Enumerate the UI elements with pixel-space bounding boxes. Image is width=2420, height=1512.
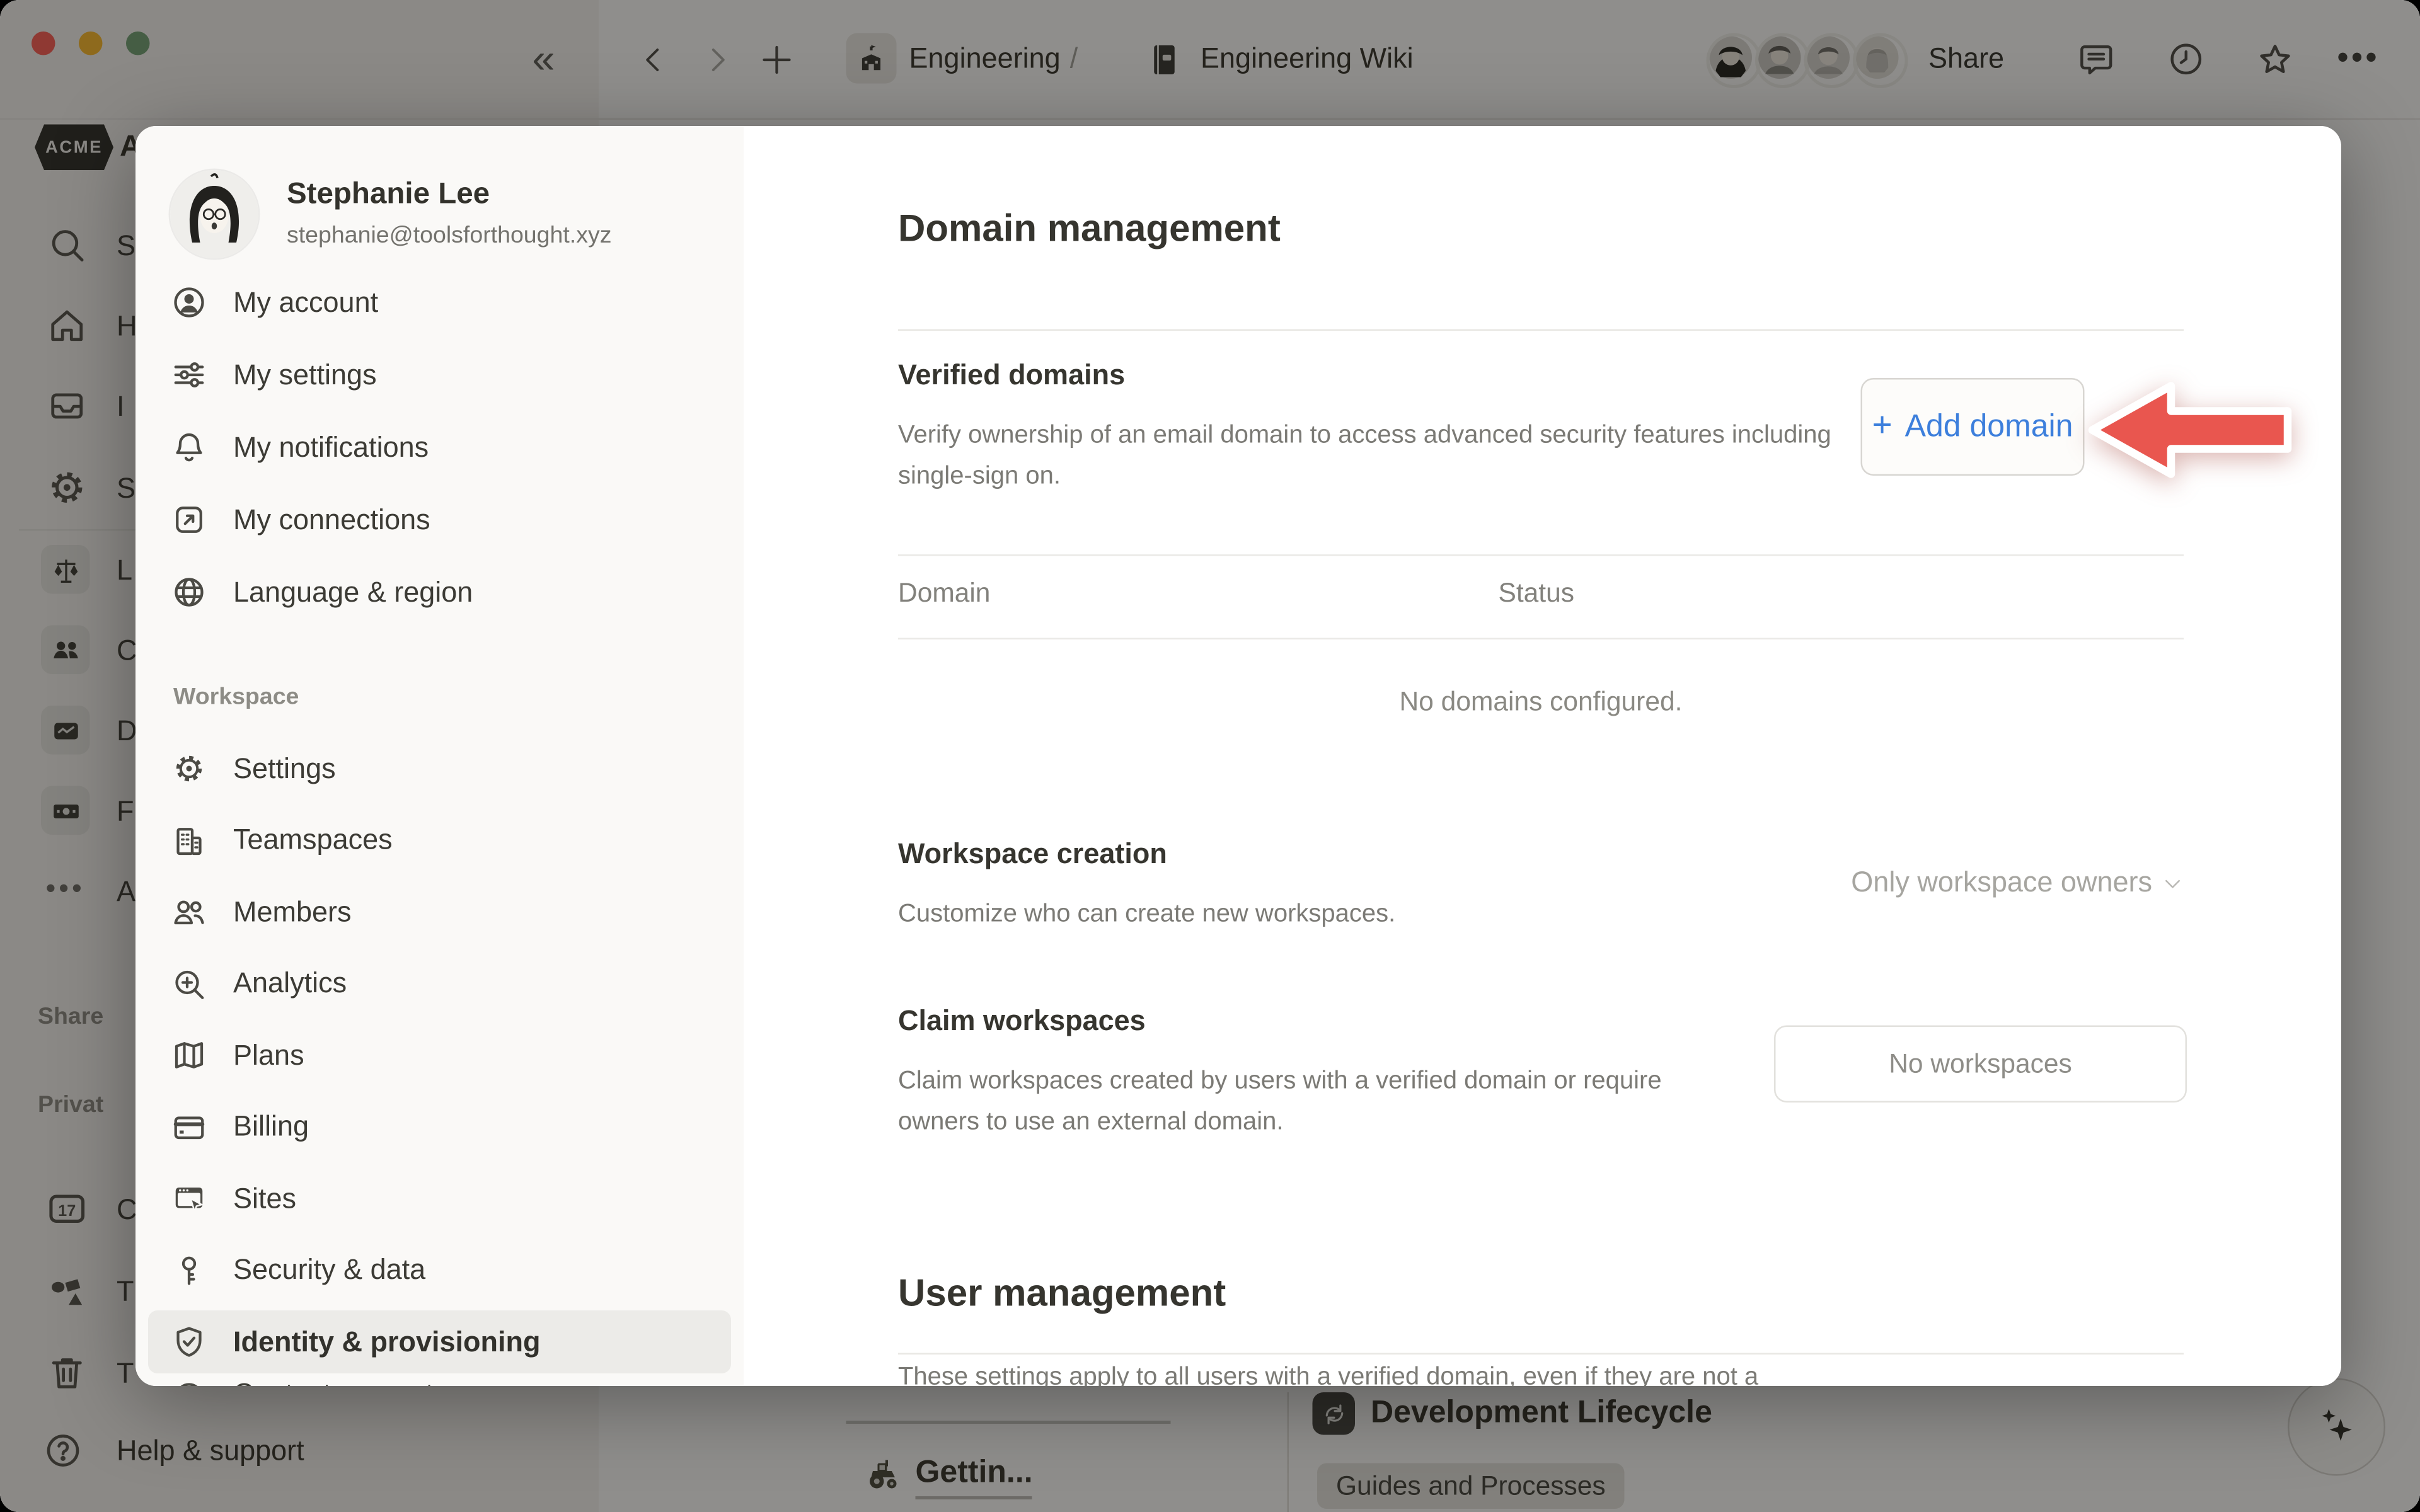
account-email: stephanie@toolsforthought.xyz — [287, 222, 611, 249]
analytics-search-icon — [170, 965, 208, 1002]
circle-icon — [170, 1376, 208, 1386]
globe-icon — [170, 573, 208, 611]
sliders-icon — [170, 356, 208, 394]
section-divider — [898, 329, 2184, 331]
gear-icon — [170, 750, 208, 788]
nav-my-notifications[interactable]: My notifications — [148, 416, 731, 479]
screen: « Engineering / Engineering Wiki Share •… — [0, 0, 2420, 1512]
nav-members[interactable]: Members — [148, 881, 731, 944]
bell-icon — [170, 428, 208, 466]
nav-security-data[interactable]: Security & data — [148, 1239, 731, 1302]
table-header-domain: Domain — [898, 578, 990, 610]
no-workspaces-button[interactable]: No workspaces — [1774, 1026, 2187, 1103]
settings-nav-panel: Stephanie Lee stephanie@toolsforthought.… — [135, 126, 744, 1386]
plus-icon: + — [1872, 405, 1892, 446]
claim-workspaces-heading: Claim workspaces — [898, 1005, 1146, 1038]
page-title: Domain management — [898, 208, 1281, 252]
workspace-nav: Settings Teamspaces Members Analytics Pl… — [148, 737, 731, 1386]
verified-domains-description: Verify ownership of an email domain to a… — [898, 416, 1883, 498]
add-domain-button[interactable]: + Add domain — [1861, 378, 2085, 476]
members-icon — [170, 893, 208, 931]
nav-language-region[interactable]: Language & region — [148, 561, 731, 624]
user-management-clipped-text: These settings apply to all users with a… — [898, 1364, 2206, 1386]
nav-teamspaces[interactable]: Teamspaces — [148, 809, 731, 872]
chevron-down-icon — [2162, 872, 2184, 894]
credit-card-icon — [170, 1108, 208, 1146]
browser-cursor-icon — [170, 1180, 208, 1218]
annotation-arrow-icon — [2086, 378, 2294, 482]
verified-domains-heading: Verified domains — [898, 359, 1125, 392]
user-management-divider — [898, 1353, 2184, 1355]
claim-workspaces-description: Claim workspaces created by users with a… — [898, 1062, 1694, 1143]
key-icon — [170, 1251, 208, 1289]
nav-my-connections[interactable]: My connections — [148, 488, 731, 551]
shield-check-icon — [170, 1323, 208, 1361]
nav-analytics[interactable]: Analytics — [148, 952, 731, 1015]
settings-modal: Stephanie Lee stephanie@toolsforthought.… — [135, 126, 2341, 1386]
workspace-creation-description: Customize who can create new workspaces. — [898, 895, 1395, 936]
nav-my-account[interactable]: My account — [148, 271, 731, 334]
table-header-border — [898, 638, 2184, 640]
arrow-out-box-icon — [170, 501, 208, 539]
app-window: « Engineering / Engineering Wiki Share •… — [0, 0, 2420, 1512]
nav-plans[interactable]: Plans — [148, 1024, 731, 1087]
table-top-border — [898, 554, 2184, 556]
workspace-creation-select[interactable]: Only workspace owners — [1851, 866, 2184, 900]
user-avatar — [170, 170, 258, 258]
map-icon — [170, 1036, 208, 1074]
building-icon — [170, 822, 208, 859]
user-management-heading: User management — [898, 1273, 1226, 1317]
table-empty-state: No domains configured. — [898, 687, 2184, 718]
person-circle-icon — [170, 284, 208, 321]
nav-sites[interactable]: Sites — [148, 1167, 731, 1230]
nav-workspace-settings[interactable]: Settings — [148, 737, 731, 800]
nav-clipped-item[interactable]: Contact support — [148, 1363, 731, 1386]
workspace-section-label: Workspace — [173, 684, 299, 711]
nav-my-settings[interactable]: My settings — [148, 343, 731, 406]
settings-content-panel: Domain management Verified domains Verif… — [744, 126, 2341, 1386]
account-nav: My account My settings My notifications … — [148, 271, 731, 633]
account-name: Stephanie Lee — [287, 178, 490, 213]
nav-billing[interactable]: Billing — [148, 1096, 731, 1159]
table-header-status: Status — [1499, 578, 1575, 610]
workspace-creation-heading: Workspace creation — [898, 838, 1167, 871]
